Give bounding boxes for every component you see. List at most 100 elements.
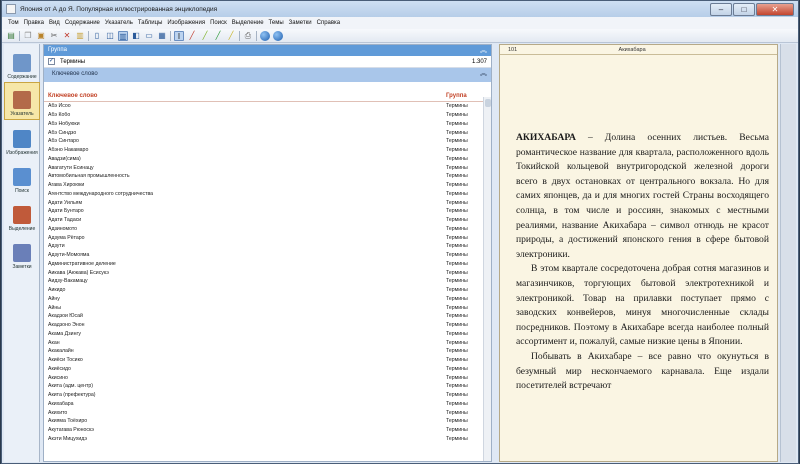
- copy-icon[interactable]: ❐: [23, 31, 33, 41]
- list-item[interactable]: Адати Тадаси Термины: [44, 216, 491, 225]
- highlighter-green-icon[interactable]: ╱: [213, 31, 223, 41]
- list-item[interactable]: Авагатути Есинацу Термины: [44, 163, 491, 172]
- list-item[interactable]: Акихито Термины: [44, 408, 491, 417]
- layout-grid-icon[interactable]: ▦: [157, 31, 167, 41]
- list-item[interactable]: Административное деление Термины: [44, 260, 491, 269]
- article-scrollbar[interactable]: [780, 44, 796, 462]
- list-item[interactable]: Акита (префектура) Термины: [44, 391, 491, 400]
- list-item[interactable]: Акияма Тоёхиро Термины: [44, 417, 491, 426]
- column-keyword[interactable]: Ключевое слово: [44, 93, 446, 101]
- list-item[interactable]: Акита (адм. центр) Термины: [44, 382, 491, 391]
- list-item[interactable]: Авадзи(сима) Термины: [44, 155, 491, 164]
- sidebar-button[interactable]: Изображения: [4, 120, 40, 158]
- app-window: Япония от А до Я. Популярная иллюстриров…: [1, 0, 799, 464]
- list-item[interactable]: Адзума Рётаро Термины: [44, 233, 491, 242]
- menu-item[interactable]: Правка: [24, 20, 44, 26]
- highlighter-red-icon[interactable]: ╱: [187, 31, 197, 41]
- layout-wide-icon[interactable]: ▭: [144, 31, 154, 41]
- menu-item[interactable]: Содержание: [65, 20, 100, 26]
- list-scrollbar[interactable]: [483, 97, 491, 461]
- keyword-cell: Айны: [48, 304, 61, 311]
- menu-item[interactable]: Темы: [269, 20, 284, 26]
- sidebar-button[interactable]: Указатель: [4, 82, 40, 120]
- list-item[interactable]: Акиёсидо Термины: [44, 365, 491, 374]
- list-item[interactable]: Айны Термины: [44, 303, 491, 312]
- close-button[interactable]: ✕: [756, 2, 794, 16]
- list-item[interactable]: Акутагава Рюноскэ Термины: [44, 426, 491, 435]
- layout-single-icon[interactable]: ▯: [92, 31, 102, 41]
- group-header[interactable]: Группа ︽: [44, 45, 491, 56]
- keyword-cell: Абэ Кобо: [48, 112, 71, 119]
- list-item[interactable]: Абэ Синтаро Термины: [44, 137, 491, 146]
- scroll-thumb[interactable]: [485, 99, 491, 107]
- list-item[interactable]: Абэ Кобо Термины: [44, 111, 491, 120]
- layout-split-icon[interactable]: ◫: [105, 31, 115, 41]
- list-item[interactable]: Адзути Термины: [44, 242, 491, 251]
- menu-item[interactable]: Таблицы: [138, 20, 163, 26]
- list-item[interactable]: Абэ Синдзо Термины: [44, 128, 491, 137]
- list-item[interactable]: Аикава (Аюкава) Ёсисукэ Термины: [44, 268, 491, 277]
- list-item[interactable]: Акэти Мицухидэ Термины: [44, 435, 491, 444]
- list-item[interactable]: Адзиномото Термины: [44, 225, 491, 234]
- group-checkbox[interactable]: ✓: [48, 58, 55, 65]
- menu-item[interactable]: Выделение: [232, 20, 264, 26]
- menu-item[interactable]: Поиск: [210, 20, 227, 26]
- list-item[interactable]: Айну Термины: [44, 295, 491, 304]
- group-cell: Термины: [446, 339, 468, 346]
- group-cell: Термины: [446, 392, 468, 399]
- menu-item[interactable]: Указатель: [105, 20, 133, 26]
- paste-icon[interactable]: ▣: [36, 31, 46, 41]
- note-icon[interactable]: ▥: [75, 31, 85, 41]
- list-item[interactable]: Акиёси Тосико Термины: [44, 356, 491, 365]
- group-row[interactable]: ✓ Термины 1.307: [44, 56, 491, 68]
- list-item[interactable]: Агентство международного сотрудничества Т…: [44, 190, 491, 199]
- layout-left-icon[interactable]: ◧: [131, 31, 141, 41]
- list-item[interactable]: Автомобильная промышленность Термины: [44, 172, 491, 181]
- list-item[interactable]: Акисино Термины: [44, 373, 491, 382]
- sidebar-button[interactable]: Поиск: [4, 158, 40, 196]
- list-item[interactable]: Акан Термины: [44, 338, 491, 347]
- menu-item[interactable]: Том: [8, 20, 19, 26]
- print-icon[interactable]: ⎙: [243, 31, 253, 41]
- cut-icon[interactable]: ✂: [49, 31, 59, 41]
- list-item[interactable]: Аидзу-Вакамацу Термины: [44, 277, 491, 286]
- minimize-button[interactable]: –: [710, 2, 732, 16]
- keyword-cell: Агентство международного сотрудничества: [48, 190, 154, 197]
- list-item[interactable]: Агава Хироюки Термины: [44, 181, 491, 190]
- list-item[interactable]: Абэно Накамаро Термины: [44, 146, 491, 155]
- menu-item[interactable]: Вид: [49, 20, 60, 26]
- layout-columns-icon[interactable]: ▥: [118, 30, 128, 41]
- list-item[interactable]: Адати Уильям Термины: [44, 198, 491, 207]
- maximize-button[interactable]: □: [733, 2, 755, 16]
- sidebar-button[interactable]: Содержание: [4, 44, 40, 82]
- list-item[interactable]: Акихабара Термины: [44, 400, 491, 409]
- highlighter-yellow-icon[interactable]: ╱: [226, 31, 236, 41]
- menu-item[interactable]: Заметки: [289, 20, 312, 26]
- list-item[interactable]: Акакалайн Термины: [44, 347, 491, 356]
- group-cell: Термины: [446, 164, 468, 171]
- text-cursor-icon[interactable]: I: [174, 30, 184, 41]
- list-item[interactable]: Абэ Нобуюки Термины: [44, 120, 491, 129]
- back-icon[interactable]: [260, 30, 270, 41]
- highlighter-lime-icon[interactable]: ╱: [200, 31, 210, 41]
- forward-icon[interactable]: [273, 30, 283, 41]
- list-item[interactable]: Акадзоно Энон Термины: [44, 321, 491, 330]
- menu-item[interactable]: Изображения: [167, 20, 205, 26]
- menu-item[interactable]: Справка: [317, 20, 341, 26]
- list-item[interactable]: Акадзои Юсай Термины: [44, 312, 491, 321]
- keyword-header[interactable]: Ключевое слово ︽: [44, 68, 491, 82]
- delete-icon[interactable]: ✕: [62, 31, 72, 41]
- list-item[interactable]: Акама Дзингу Термины: [44, 330, 491, 339]
- group-cell: Термины: [446, 435, 468, 442]
- sidebar-button[interactable]: Выделение: [4, 196, 40, 234]
- chevron-up-icon[interactable]: ︽: [480, 45, 487, 56]
- list-item[interactable]: Адати Бунтаро Термины: [44, 207, 491, 216]
- keyword-cell: Айну: [48, 295, 60, 302]
- list-item[interactable]: Адзути-Момояма Термины: [44, 251, 491, 260]
- book-icon[interactable]: ▤: [6, 31, 16, 41]
- column-group[interactable]: Группа: [446, 93, 467, 101]
- chevron-up-icon[interactable]: ︽: [480, 68, 487, 80]
- list-item[interactable]: Аикидо Термины: [44, 286, 491, 295]
- list-item[interactable]: Абэ Исоо Термины: [44, 102, 491, 111]
- sidebar-button[interactable]: Заметки: [4, 234, 40, 272]
